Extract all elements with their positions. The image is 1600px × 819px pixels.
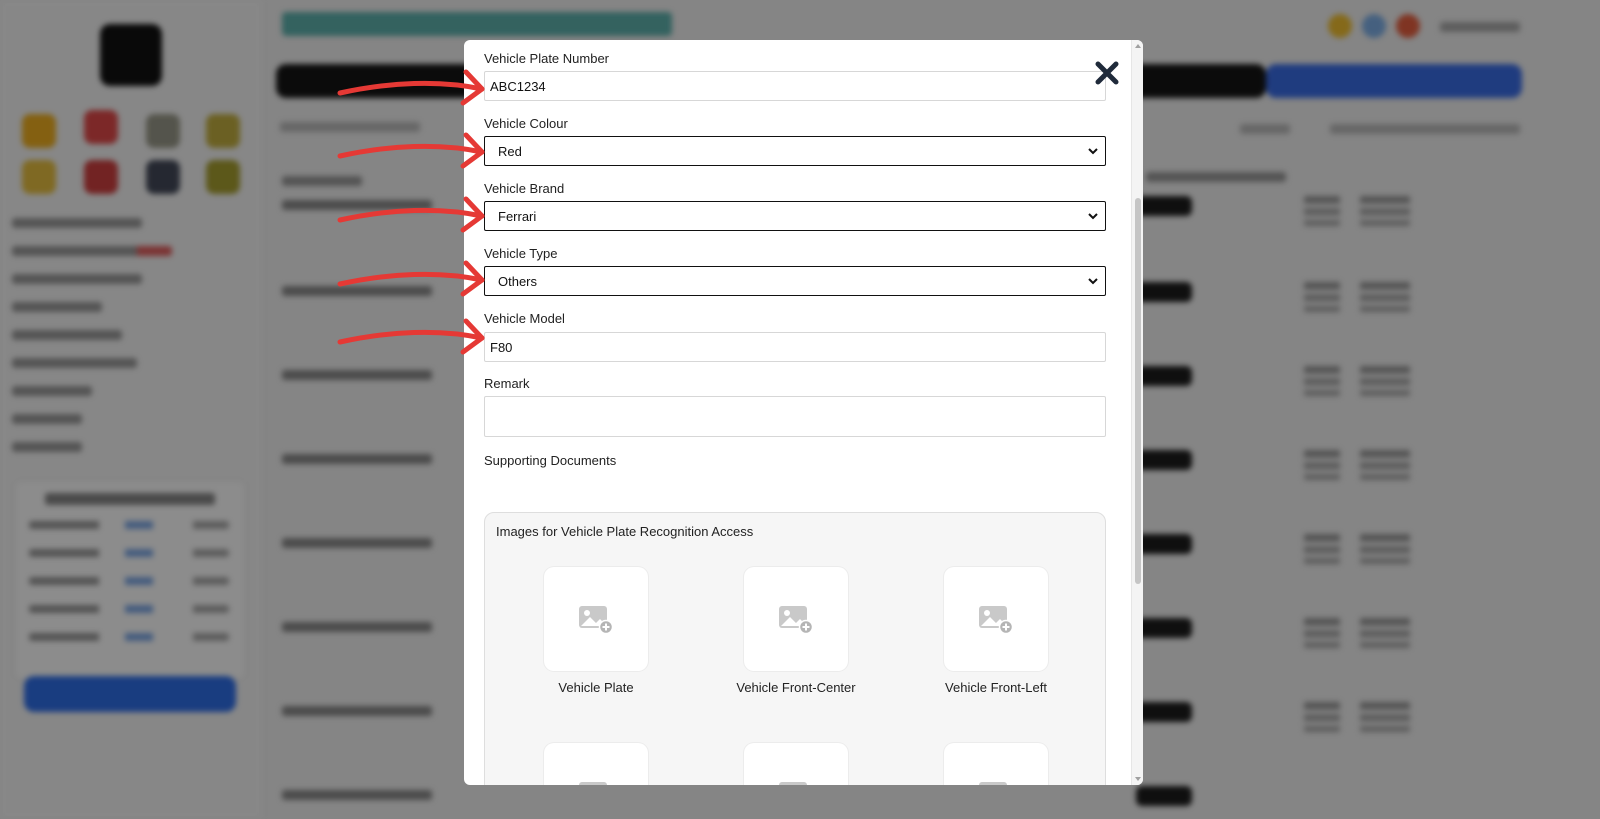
plate-number-label: Vehicle Plate Number: [484, 51, 610, 66]
modal-scrollbar[interactable]: [1131, 40, 1143, 785]
type-label: Vehicle Type: [484, 246, 558, 261]
model-label: Vehicle Model: [484, 311, 565, 326]
chevron-down-icon: [1088, 213, 1098, 220]
model-input[interactable]: F80: [484, 332, 1106, 362]
plate-number-input[interactable]: ABC1234: [484, 71, 1106, 101]
colour-label: Vehicle Colour: [484, 116, 568, 131]
add-photo-icon: [579, 606, 614, 635]
photo-upload-front-center[interactable]: [744, 567, 848, 671]
chevron-down-icon: [1088, 278, 1098, 285]
brand-label: Vehicle Brand: [484, 181, 565, 196]
scroll-up-icon[interactable]: [1134, 42, 1142, 50]
type-select-value: Others: [498, 274, 538, 289]
scroll-down-icon[interactable]: [1134, 775, 1142, 783]
photo-label: Vehicle Front-Left: [945, 680, 1047, 695]
colour-select-value: Red: [498, 144, 522, 159]
brand-select-value: Ferrari: [498, 209, 537, 224]
photo-label: Vehicle Front-Center: [736, 680, 856, 695]
brand-select[interactable]: Ferrari: [484, 201, 1106, 231]
photo-upload-slot[interactable]: [944, 743, 1048, 785]
add-photo-icon: [779, 606, 814, 635]
add-photo-icon: [779, 782, 807, 785]
photo-upload-front-left[interactable]: [944, 567, 1048, 671]
chevron-down-icon: [1088, 148, 1098, 155]
supporting-documents-panel: Images for Vehicle Plate Recognition Acc…: [484, 512, 1106, 785]
vehicle-form-modal: Vehicle Plate Number ABC1234 Vehicle Col…: [464, 40, 1143, 785]
scrollbar-thumb[interactable]: [1135, 198, 1141, 584]
photo-upload-vehicle-plate[interactable]: [544, 567, 648, 671]
close-icon[interactable]: [1092, 58, 1122, 88]
type-select[interactable]: Others: [484, 266, 1106, 296]
photo-label: Vehicle Plate: [558, 680, 634, 695]
add-photo-icon: [979, 606, 1014, 635]
colour-select[interactable]: Red: [484, 136, 1106, 166]
supporting-documents-label: Supporting Documents: [484, 453, 617, 468]
add-photo-icon: [579, 782, 607, 785]
remark-textarea[interactable]: [484, 396, 1106, 437]
docs-panel-title: Images for Vehicle Plate Recognition Acc…: [496, 524, 754, 539]
add-photo-icon: [979, 782, 1007, 785]
photo-upload-slot[interactable]: [544, 743, 648, 785]
photo-upload-slot[interactable]: [744, 743, 848, 785]
remark-label: Remark: [484, 376, 530, 391]
